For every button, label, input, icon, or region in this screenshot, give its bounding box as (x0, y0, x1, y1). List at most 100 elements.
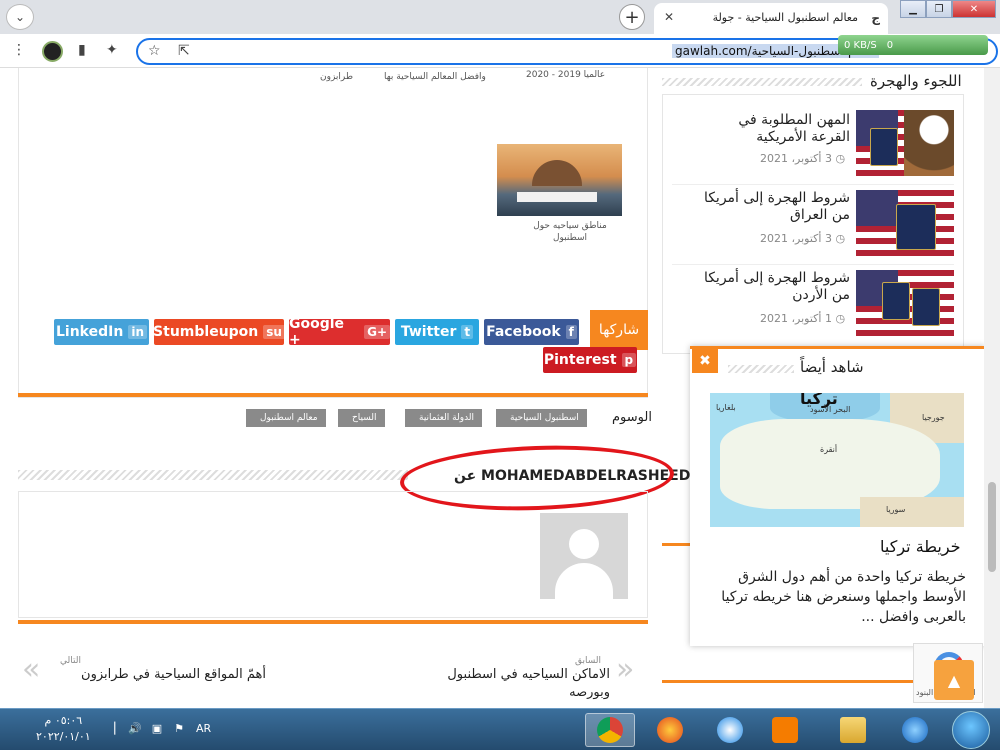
kebab-menu-icon[interactable]: ⋮ (12, 42, 26, 58)
close-icon: ✖ (699, 353, 711, 369)
prev-post-label: السابق (575, 656, 602, 666)
post-thumbnail[interactable] (856, 110, 954, 176)
side-panel-icon[interactable]: ▮ (78, 42, 86, 58)
firefox-icon (657, 717, 683, 743)
plus-icon: + (624, 6, 640, 28)
sidebar-post-link[interactable]: المهن المطلوبة في القرعة الأمريكية (700, 112, 850, 146)
page-scrollbar[interactable] (984, 68, 1000, 708)
sidebar-widget-title: اللجوء والهجرة (870, 72, 962, 90)
download-speed: 0 KB/S (844, 39, 877, 51)
site-favicon-icon: ج (871, 11, 880, 25)
flag-icon[interactable]: ⚑ (172, 722, 186, 736)
google-share-button[interactable]: Google + G+ (289, 316, 390, 348)
browser-tab[interactable]: ✕ معالم اسطنبول السياحية - جولة ج (654, 3, 888, 34)
pinterest-share-button[interactable]: Pinterest p (543, 347, 637, 373)
tag-link[interactable]: السياح (338, 409, 385, 427)
scroll-thumb[interactable] (988, 482, 996, 572)
post-thumbnail[interactable] (856, 190, 954, 256)
tag-link[interactable]: الدولة العثمانية (405, 409, 483, 427)
tab-search-button[interactable]: ⌄ (6, 4, 34, 30)
section-divider (18, 393, 648, 397)
author-avatar (540, 513, 628, 599)
map-label: بلغاريا (716, 403, 736, 412)
post-thumbnail[interactable] (856, 270, 954, 336)
map-label: أنقرة (820, 445, 838, 454)
taskbar-firefox[interactable] (645, 713, 695, 747)
related-caption[interactable]: عالميا 2019 - 2020 (526, 70, 605, 80)
popup-post-excerpt: خريطة تركيا واحدة من أهم دول الشرق الأوس… (721, 569, 966, 625)
post-date: ◷ 1 أكتوبر، 2021 (760, 312, 846, 325)
tab-strip: ⌄ + ✕ معالم اسطنبول السياحية - جولة ج ▁ … (0, 0, 1000, 34)
pinterest-icon: p (621, 353, 637, 367)
related-caption[interactable]: وافضل المعالم السياحية بها (384, 72, 486, 82)
tag-link[interactable]: معالم اسطنبول (246, 409, 326, 427)
windows-taskbar: ٠٥:٠٦ م ٢٠٢٢/٠١/٠١ ▕ 🔊 ▣ ⚑ AR (0, 708, 1000, 750)
post-date: ◷ 3 أكتوبر، 2021 (760, 152, 846, 165)
bookmark-star-icon[interactable]: ☆ (148, 43, 161, 59)
facebook-icon: f (565, 325, 577, 339)
chevron-right-icon[interactable]: » (616, 652, 634, 687)
taskbar-explorer[interactable] (828, 713, 878, 747)
close-icon[interactable]: ✕ (664, 10, 674, 24)
facebook-share-button[interactable]: Facebook f (484, 319, 579, 345)
clock-icon: ◷ (831, 152, 846, 165)
tab-title: معالم اسطنبول السياحية - جولة (712, 11, 858, 24)
linkedin-icon: in (128, 325, 147, 339)
twitter-share-button[interactable]: Twitter t (395, 319, 479, 345)
taskbar-ie[interactable] (890, 713, 940, 747)
system-clock[interactable]: ٠٥:٠٦ م ٢٠٢٢/٠١/٠١ (36, 713, 91, 745)
tray-expand-icon[interactable]: ▕ (104, 722, 118, 736)
share-label: شاركها (590, 310, 648, 350)
network-error-icon[interactable]: ▣ (150, 722, 164, 736)
volume-icon[interactable]: 🔊 (128, 722, 142, 736)
clock-icon: ◷ (831, 232, 846, 245)
back-to-top-button[interactable]: ▲ (934, 660, 974, 700)
related-caption[interactable]: طرابزون (320, 72, 353, 82)
popup-close-button[interactable]: ✖ (692, 349, 718, 373)
section-stripe (662, 78, 862, 86)
stumbleupon-share-button[interactable]: Stumbleupon su (153, 319, 285, 345)
tags-label: الوسوم (612, 410, 652, 425)
arrow-up-icon: ▲ (947, 670, 961, 690)
section-divider (18, 620, 648, 624)
taskbar-chrome[interactable] (585, 713, 635, 747)
minimize-button[interactable]: ▁ (900, 0, 926, 18)
chevron-left-icon[interactable]: « (22, 652, 40, 687)
prev-post-link[interactable]: الاماكن السياحيه في اسطنبول وبورصه (420, 666, 610, 702)
share-icon[interactable]: ⇱ (178, 43, 190, 59)
google-plus-icon: G+ (364, 325, 390, 339)
start-button[interactable] (952, 711, 990, 749)
turkey-map-image[interactable]: تركيا بلغاريا البحر الأسود جورجيا أنقرة … (710, 393, 964, 527)
map-label: جورجيا (922, 413, 945, 422)
chrome-icon (597, 717, 623, 743)
window-controls: ▁ ❐ ✕ (900, 0, 996, 18)
clock-icon: ◷ (831, 312, 846, 325)
web-page: عالميا 2019 - 2020 وافضل المعالم السياحي… (0, 68, 984, 708)
tag-link[interactable]: اسطنبول السياحية (496, 409, 587, 427)
map-label: سوريا (886, 505, 906, 514)
popup-post-title[interactable]: خريطة تركيا (880, 537, 961, 556)
chevron-down-icon: ⌄ (14, 10, 26, 24)
related-post-image[interactable] (497, 144, 622, 216)
linkedin-share-button[interactable]: LinkedIn in (54, 319, 149, 345)
extensions-icon[interactable]: ✦ (106, 42, 118, 58)
twitter-icon: t (461, 325, 474, 339)
sidebar-post-link[interactable]: شروط الهجرة إلى أمريكا من العراق (700, 190, 850, 224)
taskbar-media-player[interactable] (760, 713, 810, 747)
language-indicator[interactable]: AR (196, 722, 211, 735)
internet-explorer-icon (902, 717, 928, 743)
sidebar-post-link[interactable]: شروط الهجرة إلى أمريكا من الأردن (700, 270, 850, 304)
net-counter: 0 (886, 39, 894, 51)
related-caption[interactable]: مناطق سياحيه حول اسطنبول (530, 220, 610, 244)
profile-avatar[interactable] (42, 41, 63, 62)
map-label: البحر الأسود (810, 405, 851, 414)
media-player-icon (772, 717, 798, 743)
new-tab-button[interactable]: + (619, 4, 645, 30)
maximize-button[interactable]: ❐ (926, 0, 952, 18)
window-close-button[interactable]: ✕ (952, 0, 996, 18)
section-stripe (728, 365, 794, 373)
app-icon (717, 717, 743, 743)
taskbar-app[interactable] (705, 713, 755, 747)
next-post-link[interactable]: أهمّ المواقع السياحية في طرابزون (66, 666, 266, 684)
stumbleupon-icon: su (263, 325, 285, 339)
